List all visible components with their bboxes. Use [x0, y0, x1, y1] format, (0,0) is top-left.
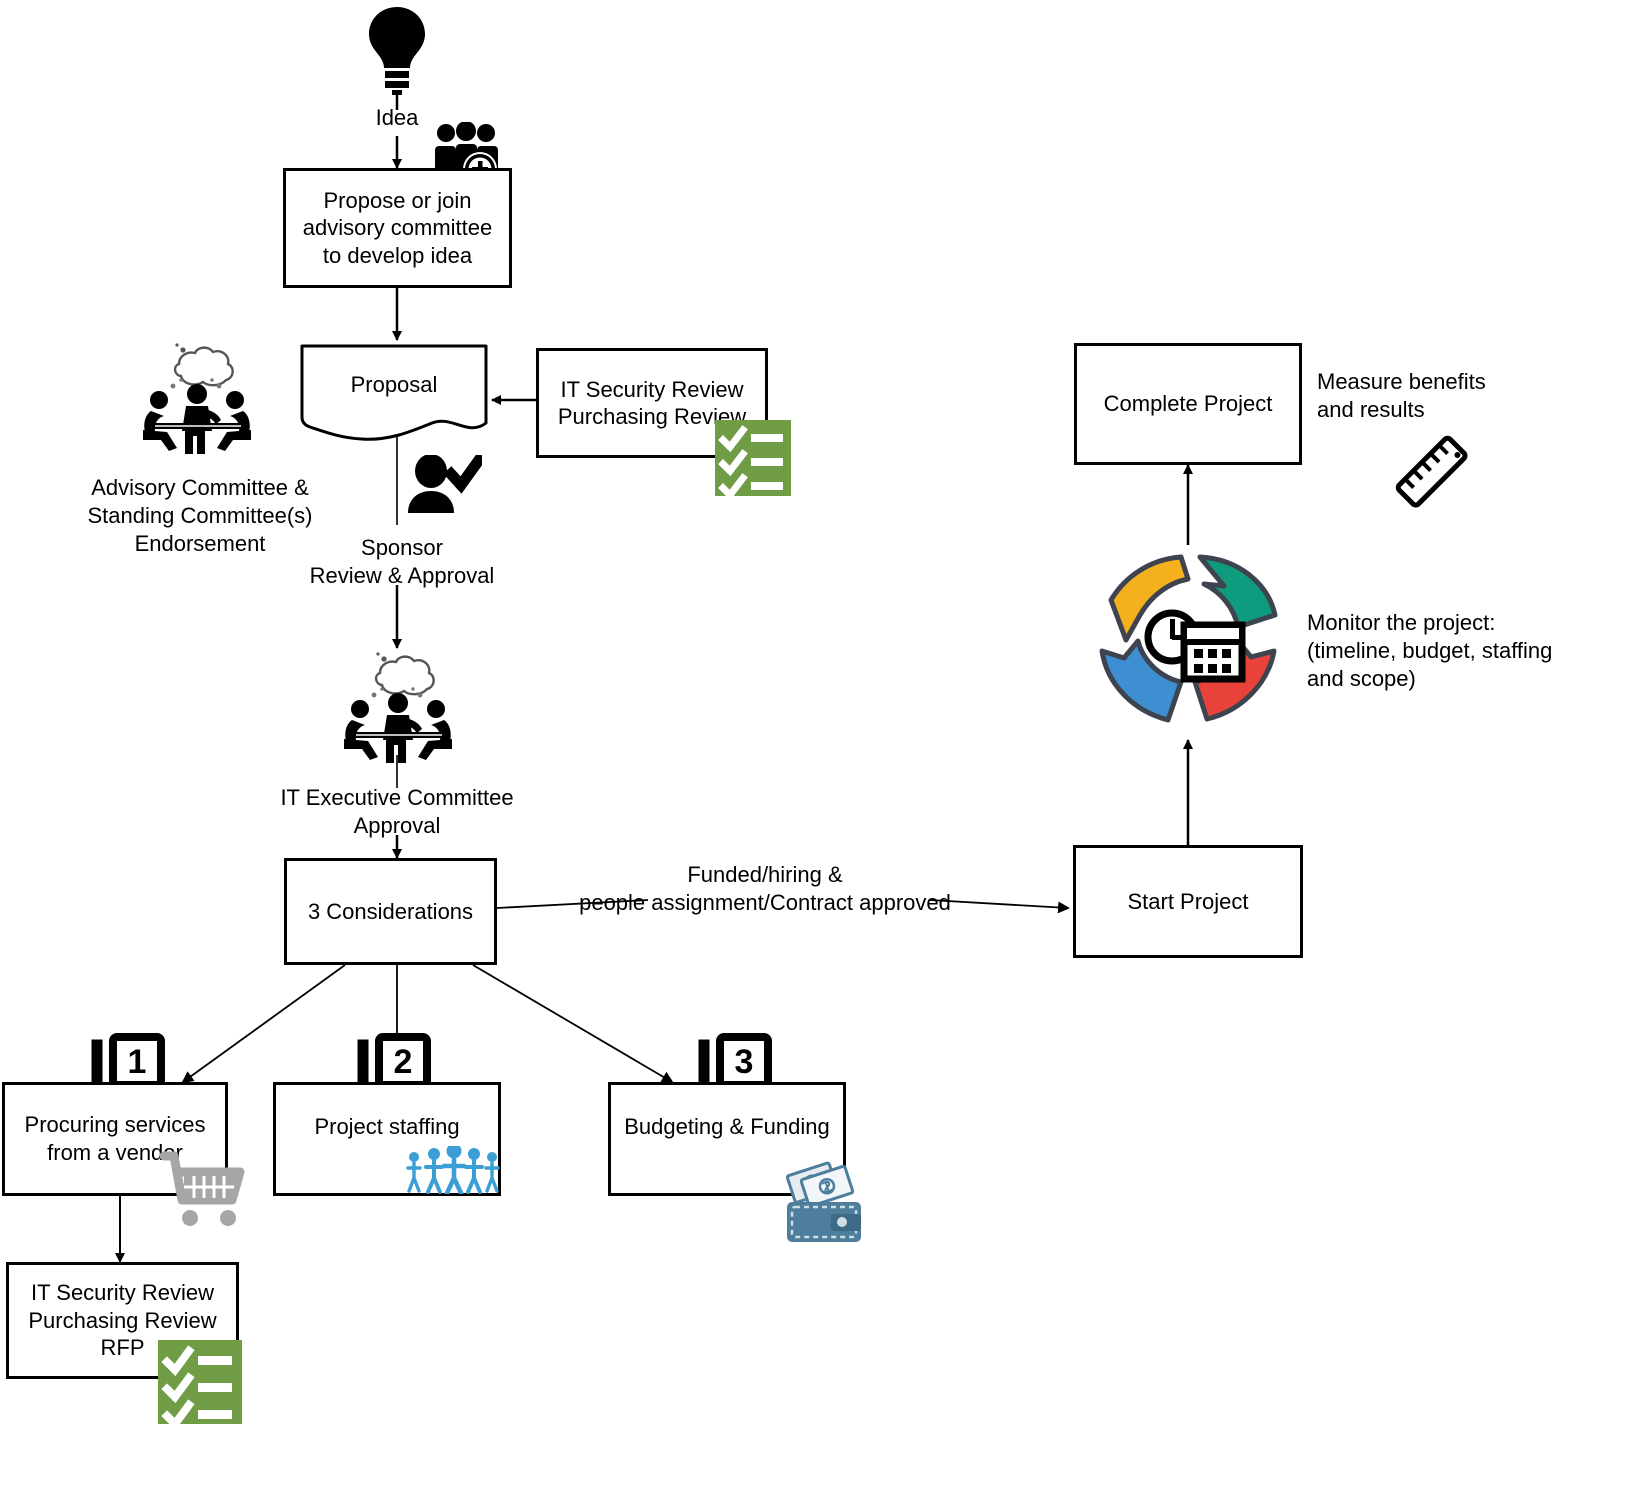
- annotation-measure-benefits: Measure benefits and results: [1317, 369, 1486, 423]
- checklist-icon: [715, 420, 791, 496]
- people-group-icon: [404, 1146, 500, 1194]
- node-proposal-label: Proposal: [350, 372, 438, 397]
- edge-label-funded-hiring: Funded/hiring & people assignment/Contra…: [579, 862, 951, 916]
- node-proposal[interactable]: Proposal: [292, 343, 496, 443]
- node-start-project[interactable]: Start Project: [1073, 845, 1303, 958]
- lightbulb-icon: [366, 4, 428, 96]
- connector-layer: [115, 93, 1193, 1263]
- meeting-thought-icon: [334, 645, 462, 767]
- meeting-thought-icon: [133, 336, 261, 458]
- badge-2-text: 2: [394, 1043, 413, 1081]
- person-check-icon: [404, 455, 482, 515]
- pdca-cycle-icon: [1088, 543, 1288, 743]
- badge-1-text: 1: [128, 1043, 147, 1081]
- checklist-icon: [158, 1340, 242, 1424]
- badge-3-text: 3: [735, 1043, 754, 1081]
- annotation-monitor-project: Monitor the project: (timeline, budget, …: [1307, 610, 1553, 692]
- shopping-cart-icon: [160, 1150, 252, 1232]
- node-propose-or-join[interactable]: Propose or join advisory committee to de…: [283, 168, 512, 288]
- edge-label-it-exec-approval: IT Executive Committee Approval: [280, 785, 514, 839]
- flowchart-canvas: Idea Propose or join advisory committee …: [0, 0, 1652, 1500]
- node-complete-project[interactable]: Complete Project: [1074, 343, 1302, 465]
- wallet-money-icon: [779, 1160, 869, 1246]
- ruler-icon: [1382, 422, 1482, 522]
- edge-label-sponsor-review: Sponsor Review & Approval: [309, 535, 495, 589]
- node-3-considerations[interactable]: 3 Considerations: [284, 858, 497, 965]
